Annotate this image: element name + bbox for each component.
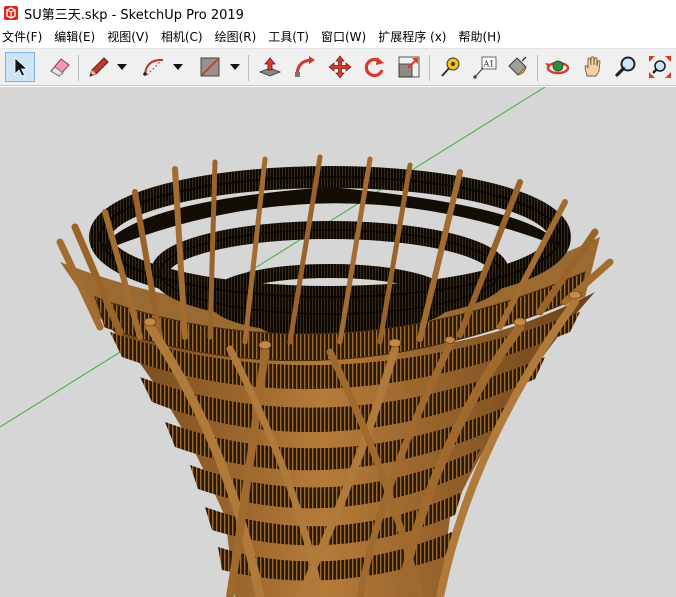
line-tool-button[interactable] <box>83 52 113 82</box>
eraser-icon <box>50 58 70 77</box>
toolbar-separator <box>248 55 249 81</box>
dropdown-arrow-icon <box>173 64 183 70</box>
large-toolset-toolbar: A1 <box>0 48 676 86</box>
sketchup-logo-icon <box>4 6 18 20</box>
paint-bucket-tool-button[interactable] <box>502 52 532 82</box>
rectangle-tool-button[interactable] <box>195 52 225 82</box>
toolbar-separator <box>78 55 79 81</box>
toolbar-separator <box>537 55 538 81</box>
menu-file[interactable]: 文件(F) <box>0 27 48 47</box>
zoom-icon <box>615 56 636 77</box>
line-tool-dropdown[interactable] <box>117 63 127 71</box>
follow-me-tool-button[interactable] <box>290 52 320 82</box>
menu-draw[interactable]: 绘图(R) <box>209 27 263 47</box>
window-title: SU第三天.skp - SketchUp Pro 2019 <box>24 7 244 23</box>
pan-hand-icon <box>584 56 601 77</box>
menu-camera[interactable]: 相机(C) <box>155 27 209 47</box>
menu-tools[interactable]: 工具(T) <box>262 27 315 47</box>
scale-icon <box>398 56 420 78</box>
push-pull-tool-button[interactable] <box>255 52 285 82</box>
orbit-tool-button[interactable] <box>543 52 573 82</box>
rectangle-tool-dropdown[interactable] <box>230 63 240 71</box>
arc-icon <box>143 58 164 76</box>
text-label-icon: A1 <box>473 56 497 79</box>
arc-tool-dropdown[interactable] <box>173 63 183 71</box>
zoom-extents-icon <box>649 56 671 78</box>
orbit-icon <box>545 60 570 75</box>
paint-bucket-icon <box>508 56 527 76</box>
menu-bar: 文件(F) 编辑(E) 视图(V) 相机(C) 绘图(R) 工具(T) 窗口(W… <box>0 27 676 47</box>
title-bar: SU第三天.skp - SketchUp Pro 2019 <box>0 0 676 26</box>
eraser-tool-button[interactable] <box>45 52 75 82</box>
svg-text:A1: A1 <box>483 60 495 69</box>
menu-window[interactable]: 窗口(W) <box>315 27 372 47</box>
tower-model-scene[interactable] <box>0 87 676 597</box>
toolbar-separator <box>429 55 430 81</box>
arc-tool-button[interactable] <box>139 52 169 82</box>
dropdown-arrow-icon <box>230 64 240 70</box>
dropdown-arrow-icon <box>117 64 127 70</box>
menu-view[interactable]: 视图(V) <box>101 27 155 47</box>
menu-help[interactable]: 帮助(H) <box>452 27 506 47</box>
text-tool-button[interactable]: A1 <box>470 52 500 82</box>
zoom-tool-button[interactable] <box>612 52 642 82</box>
move-icon <box>328 55 352 79</box>
follow-me-icon <box>295 56 315 77</box>
model-viewport[interactable] <box>0 87 676 597</box>
pencil-line-icon <box>89 57 109 77</box>
tape-measure-tool-button[interactable] <box>435 52 465 82</box>
scale-tool-button[interactable] <box>394 52 424 82</box>
rectangle-icon <box>200 57 220 77</box>
zoom-extents-tool-button[interactable] <box>645 52 675 82</box>
menu-extensions[interactable]: 扩展程序 (x) <box>372 27 452 47</box>
tape-measure-icon <box>441 57 460 77</box>
rotate-tool-button[interactable] <box>359 52 389 82</box>
select-arrow-icon <box>14 57 29 77</box>
pan-tool-button[interactable] <box>578 52 608 82</box>
rotate-icon <box>364 57 384 78</box>
push-pull-icon <box>258 57 282 77</box>
menu-edit[interactable]: 编辑(E) <box>48 27 101 47</box>
move-tool-button[interactable] <box>325 52 355 82</box>
select-tool-button[interactable] <box>5 52 35 82</box>
